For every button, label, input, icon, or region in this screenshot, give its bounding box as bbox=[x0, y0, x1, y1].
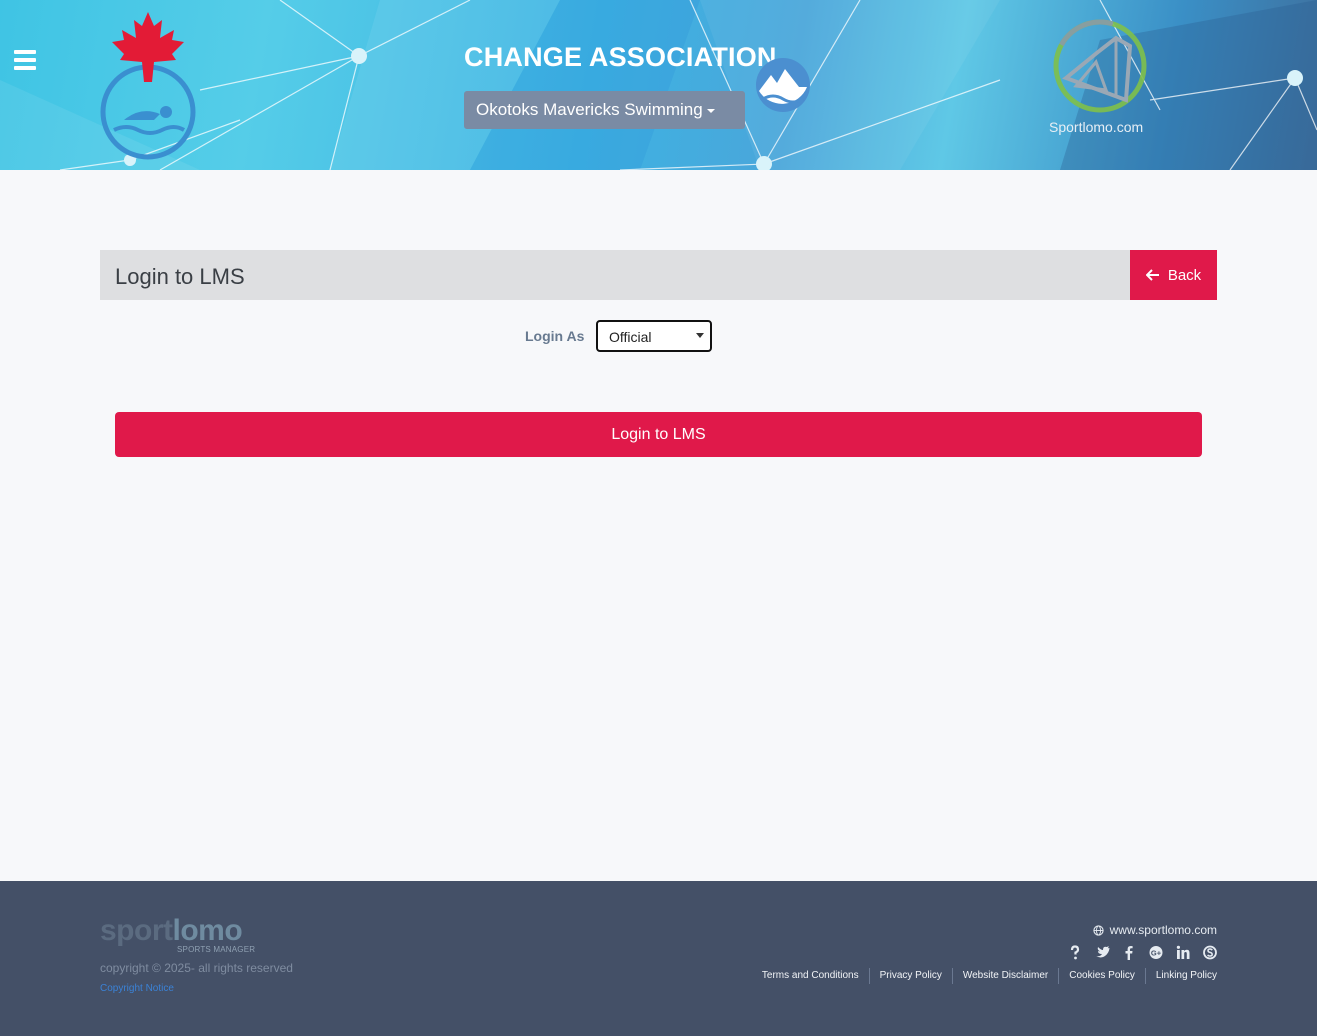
arrow-left-icon bbox=[1145, 269, 1159, 281]
footer-sportlomo-logo: sportlomo SPORTS MANAGER bbox=[100, 914, 255, 955]
skype-icon[interactable] bbox=[1203, 945, 1217, 960]
website-link[interactable]: www.sportlomo.com bbox=[1092, 923, 1217, 937]
hamburger-menu-icon[interactable] bbox=[14, 50, 36, 70]
facebook-icon[interactable] bbox=[1122, 945, 1136, 960]
login-to-lms-button[interactable]: Login to LMS bbox=[115, 412, 1202, 457]
footer-logo-word-lomo: lomo bbox=[172, 914, 243, 947]
svg-text:G+: G+ bbox=[1151, 949, 1162, 958]
help-icon[interactable] bbox=[1068, 945, 1082, 960]
website-link-label: www.sportlomo.com bbox=[1109, 923, 1217, 937]
swimming-canada-logo bbox=[96, 8, 200, 169]
footer: sportlomo SPORTS MANAGER copyright © 202… bbox=[0, 881, 1317, 1036]
website-disclaimer-link[interactable]: Website Disclaimer bbox=[951, 968, 1058, 984]
login-as-label: Login As bbox=[525, 328, 585, 344]
chevron-down-icon bbox=[706, 108, 715, 113]
association-dropdown-label: Okotoks Mavericks Swimming bbox=[476, 100, 703, 119]
twitter-icon[interactable] bbox=[1095, 945, 1110, 960]
login-as-select[interactable]: Official bbox=[596, 320, 712, 352]
sportlomo-logo bbox=[1046, 16, 1150, 121]
linkedin-icon[interactable] bbox=[1176, 945, 1190, 960]
panel-title: Login to LMS bbox=[115, 264, 245, 289]
club-mountain-logo bbox=[755, 57, 811, 118]
google-plus-icon[interactable]: G+ bbox=[1149, 945, 1163, 960]
social-icons: G+ bbox=[1068, 945, 1217, 960]
footer-logo-word-sport: sport bbox=[100, 914, 173, 947]
cookies-policy-link[interactable]: Cookies Policy bbox=[1058, 968, 1145, 984]
sportlomo-brand-text: Sportlomo.com bbox=[1049, 119, 1144, 135]
globe-icon bbox=[1092, 924, 1104, 936]
header-banner: CHANGE ASSOCIATION Okotoks Mavericks Swi… bbox=[0, 0, 1317, 170]
copyright-text: copyright © 2025- all rights reserved bbox=[100, 961, 293, 975]
login-as-selected-value: Official bbox=[609, 329, 652, 345]
footer-links: Terms and Conditions Privacy Policy Webs… bbox=[762, 968, 1217, 984]
linking-policy-link[interactable]: Linking Policy bbox=[1144, 968, 1217, 984]
back-button[interactable]: Back bbox=[1130, 250, 1217, 300]
privacy-policy-link[interactable]: Privacy Policy bbox=[868, 968, 952, 984]
back-button-label: Back bbox=[1167, 266, 1202, 284]
footer-logo-subtitle: SPORTS MANAGER bbox=[177, 945, 256, 954]
copyright-notice-link[interactable]: Copyright Notice bbox=[100, 983, 174, 994]
panel-header: Login to LMS bbox=[100, 250, 1130, 300]
terms-link[interactable]: Terms and Conditions bbox=[762, 968, 869, 984]
page-title: CHANGE ASSOCIATION bbox=[464, 42, 777, 72]
association-dropdown[interactable]: Okotoks Mavericks Swimming bbox=[464, 91, 745, 129]
chevron-down-icon bbox=[696, 333, 704, 338]
